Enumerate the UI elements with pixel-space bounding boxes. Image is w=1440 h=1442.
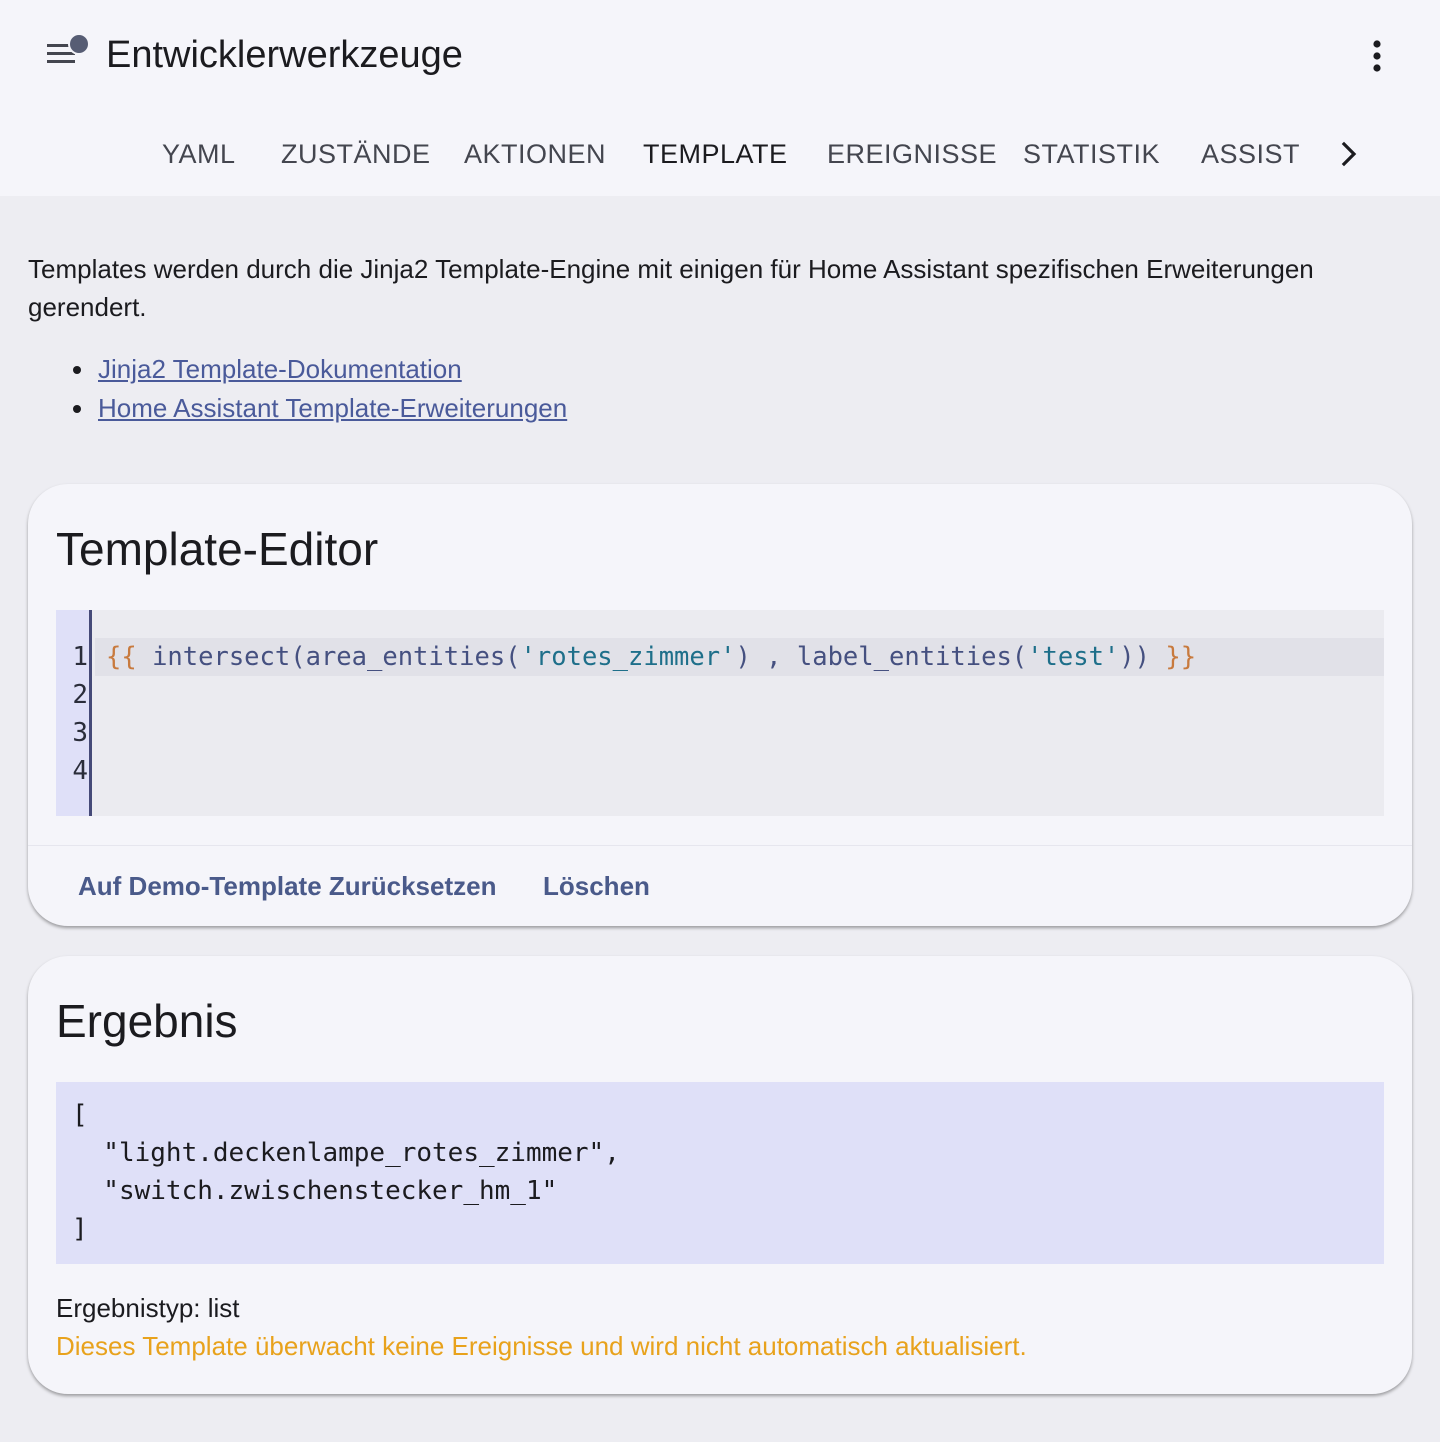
tab-statistik[interactable]: STATISTIK — [1023, 118, 1160, 190]
code-line-1: {{ intersect(area_entities('rotes_zimmer… — [106, 638, 1196, 676]
line-number: 3 — [72, 718, 88, 748]
code-token: intersect(area_entities( — [136, 642, 521, 672]
dots-vertical-icon — [1373, 40, 1381, 72]
card-title: Template-Editor — [56, 523, 379, 575]
top-app-bar: Entwicklerwerkzeuge YAML ZUSTÄNDE AKTION… — [0, 0, 1440, 196]
template-editor-card: Template-Editor 1 2 3 4 {{ intersect(are… — [28, 484, 1412, 926]
chevron-right-icon — [1341, 141, 1357, 167]
menu-icon — [47, 33, 90, 63]
line-number: 1 — [72, 642, 88, 672]
tab-aktionen[interactable]: AKTIONEN — [464, 118, 606, 190]
tab-template[interactable]: TEMPLATE — [643, 118, 788, 190]
list-item: Home Assistant Template-Erweiterungen — [70, 389, 567, 428]
clear-button[interactable]: Löschen — [543, 864, 650, 908]
tab-bar: YAML ZUSTÄNDE AKTIONEN TEMPLATE EREIGNIS… — [0, 118, 1440, 190]
result-output: [ "light.deckenlampe_rotes_zimmer", "swi… — [72, 1100, 620, 1244]
jinja2-docs-link[interactable]: Jinja2 Template-Dokumentation — [98, 354, 462, 384]
line-number: 2 — [72, 680, 88, 710]
line-number: 4 — [72, 756, 88, 786]
no-listeners-warning: Dieses Template überwacht keine Ereignis… — [56, 1331, 1027, 1361]
tab-ereignisse[interactable]: EREIGNISSE — [827, 118, 997, 190]
bullet-icon — [73, 405, 81, 413]
bullet-icon — [73, 366, 81, 374]
code-token-string: 'test' — [1027, 642, 1120, 672]
intro-text: Templates werden durch die Jinja2 Templa… — [28, 254, 1314, 322]
line-number-gutter: 1 2 3 4 — [56, 610, 92, 816]
tab-assist[interactable]: ASSIST — [1201, 118, 1300, 190]
reset-demo-template-button[interactable]: Auf Demo-Template Zurücksetzen — [78, 864, 496, 908]
result-type: Ergebnistyp: list — [56, 1293, 240, 1323]
code-token-open-brace: {{ — [106, 642, 137, 672]
ha-template-extensions-link[interactable]: Home Assistant Template-Erweiterungen — [98, 393, 567, 423]
page-title: Entwicklerwerkzeuge — [106, 34, 463, 76]
tabs-scroll-next-button[interactable] — [1324, 130, 1374, 178]
template-code-editor[interactable]: 1 2 3 4 {{ intersect(area_entities('rote… — [56, 610, 1384, 816]
card-actions-divider — [28, 845, 1412, 846]
tab-zustaende[interactable]: ZUSTÄNDE — [281, 118, 431, 190]
overflow-menu-button[interactable] — [1352, 30, 1402, 80]
card-title: Ergebnis — [56, 995, 238, 1047]
code-token: ) , label_entities( — [735, 642, 1028, 672]
code-token-string: 'rotes_zimmer' — [520, 642, 736, 672]
list-item: Jinja2 Template-Dokumentation — [70, 350, 567, 389]
result-card: Ergebnis [ "light.deckenlampe_rotes_zimm… — [28, 956, 1412, 1394]
menu-button[interactable] — [40, 28, 96, 84]
tab-yaml[interactable]: YAML — [162, 118, 236, 190]
code-token-close-brace: }} — [1165, 642, 1197, 672]
result-output-box: [ "light.deckenlampe_rotes_zimmer", "swi… — [56, 1082, 1384, 1264]
code-token: )) — [1119, 642, 1166, 672]
documentation-links: Jinja2 Template-Dokumentation Home Assis… — [70, 350, 567, 428]
